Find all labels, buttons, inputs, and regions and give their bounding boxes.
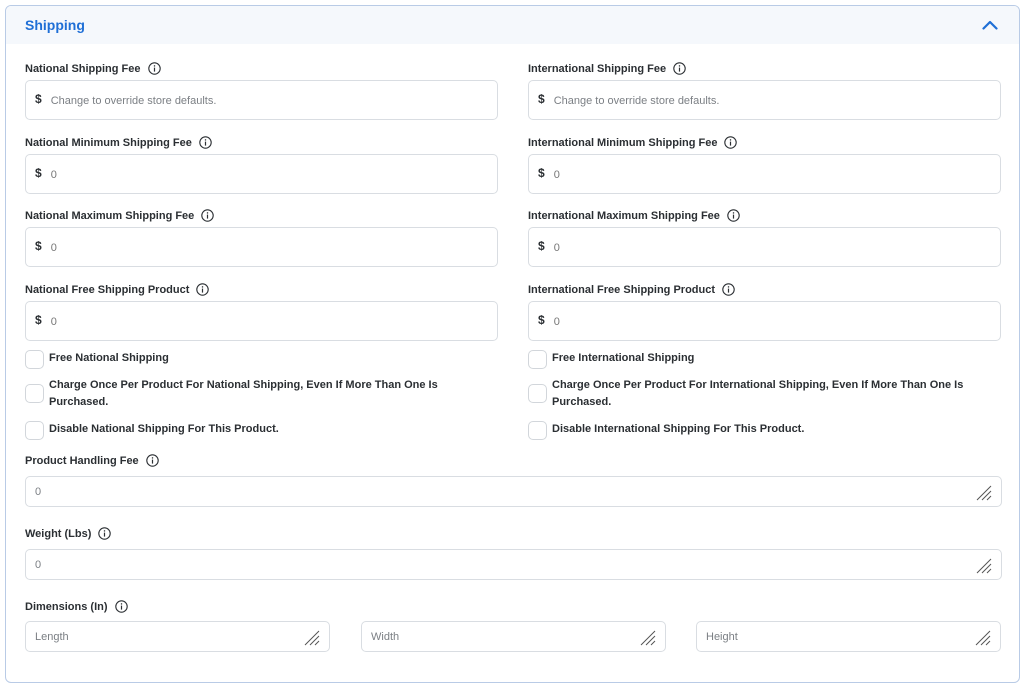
textarea-placeholder: Width: [371, 631, 400, 643]
national-max-fee-input[interactable]: [50, 242, 467, 254]
handling-fee-textarea[interactable]: 0: [25, 476, 1002, 507]
disable-national-row: Disable National Shipping For This Produ…: [25, 421, 495, 440]
international-min-fee-label: International Minimum Shipping Fee: [528, 136, 738, 149]
label-text: National Maximum Shipping Fee: [25, 209, 195, 222]
section-title: Shipping: [25, 17, 85, 33]
label-text: National Free Shipping Product: [25, 283, 190, 296]
charge-once-international-checkbox[interactable]: [528, 384, 547, 403]
free-international-shipping-checkbox[interactable]: [528, 350, 547, 369]
label-text: Dimensions (In): [25, 600, 108, 613]
resize-handle-icon[interactable]: [640, 630, 656, 649]
textarea-placeholder: Length: [35, 631, 69, 643]
width-textarea[interactable]: Width: [361, 621, 666, 652]
charge-once-national-row: Charge Once Per Product For National Shi…: [25, 379, 465, 411]
chevron-up-icon[interactable]: [979, 14, 1001, 36]
international-free-product-input-wrap: $: [528, 301, 1001, 341]
disable-international-shipping-checkbox[interactable]: [528, 421, 547, 440]
info-icon[interactable]: [147, 62, 161, 75]
currency-symbol: $: [35, 165, 42, 180]
international-shipping-fee-input-wrap: $: [528, 80, 1001, 120]
info-icon[interactable]: [201, 209, 215, 222]
textarea-placeholder: Height: [706, 631, 738, 643]
textarea-value: 0: [35, 559, 42, 571]
checkbox-label: Disable International Shipping For This …: [552, 423, 805, 435]
national-max-fee-input-wrap: $: [25, 227, 498, 267]
info-icon[interactable]: [145, 454, 159, 467]
international-max-fee-label: International Maximum Shipping Fee: [528, 209, 740, 222]
weight-textarea[interactable]: 0: [25, 549, 1002, 580]
resize-handle-icon[interactable]: [976, 485, 992, 504]
checkbox-label: Free National Shipping: [49, 352, 169, 364]
international-min-fee-input-wrap: $: [528, 154, 1001, 194]
info-icon[interactable]: [114, 600, 128, 613]
dimensions-label: Dimensions (In): [25, 600, 128, 613]
national-shipping-fee-input-wrap: $: [25, 80, 498, 120]
label-text: International Maximum Shipping Fee: [528, 209, 720, 222]
label-text: National Shipping Fee: [25, 62, 141, 75]
charge-once-national-checkbox[interactable]: [25, 384, 44, 403]
disable-international-row: Disable International Shipping For This …: [528, 421, 998, 440]
info-icon[interactable]: [722, 283, 735, 296]
international-free-product-input[interactable]: [553, 316, 970, 328]
national-min-fee-label: National Minimum Shipping Fee: [25, 136, 212, 149]
weight-label: Weight (Lbs): [25, 527, 112, 540]
currency-symbol: $: [538, 91, 545, 106]
resize-handle-icon[interactable]: [975, 630, 991, 649]
national-free-product-label: National Free Shipping Product: [25, 283, 210, 296]
info-icon[interactable]: [196, 283, 210, 296]
international-min-fee-input[interactable]: [553, 169, 970, 181]
info-icon[interactable]: [199, 136, 212, 149]
label-text: National Minimum Shipping Fee: [25, 136, 192, 149]
resize-handle-icon[interactable]: [304, 630, 320, 649]
currency-symbol: $: [35, 91, 42, 106]
label-text: International Free Shipping Product: [528, 283, 716, 296]
disable-national-shipping-checkbox[interactable]: [25, 421, 44, 440]
textarea-value: 0: [35, 486, 42, 498]
length-textarea[interactable]: Length: [25, 621, 330, 652]
national-free-product-input[interactable]: [50, 316, 467, 328]
free-national-shipping-row: Free National Shipping: [25, 350, 495, 369]
national-shipping-fee-label: National Shipping Fee: [25, 62, 161, 75]
checkbox-label: Charge Once Per Product For National Shi…: [49, 379, 438, 408]
charge-once-international-row: Charge Once Per Product For Internationa…: [528, 379, 988, 411]
label-text: Product Handling Fee: [25, 454, 139, 467]
currency-symbol: $: [538, 238, 545, 253]
checkbox-label: Free International Shipping: [552, 352, 695, 364]
info-icon[interactable]: [727, 209, 740, 222]
height-textarea[interactable]: Height: [696, 621, 1001, 652]
free-national-shipping-checkbox[interactable]: [25, 350, 44, 369]
national-free-product-input-wrap: $: [25, 301, 498, 341]
info-icon[interactable]: [724, 136, 738, 149]
national-max-fee-label: National Maximum Shipping Fee: [25, 209, 215, 222]
international-max-fee-input-wrap: $: [528, 227, 1001, 267]
info-icon[interactable]: [98, 527, 112, 540]
international-shipping-fee-label: International Shipping Fee: [528, 62, 686, 75]
free-international-shipping-row: Free International Shipping: [528, 350, 998, 369]
checkbox-label: Disable National Shipping For This Produ…: [49, 423, 279, 435]
info-icon[interactable]: [673, 62, 686, 75]
international-shipping-fee-input[interactable]: [553, 95, 970, 107]
national-min-fee-input-wrap: $: [25, 154, 498, 194]
international-free-product-label: International Free Shipping Product: [528, 283, 735, 296]
shipping-panel: Shipping National Shipping Fee $ Nationa…: [5, 5, 1020, 683]
currency-symbol: $: [35, 312, 42, 327]
currency-symbol: $: [538, 165, 545, 180]
international-max-fee-input[interactable]: [553, 242, 970, 254]
checkbox-label: Charge Once Per Product For Internationa…: [552, 379, 964, 408]
label-text: International Shipping Fee: [528, 62, 667, 75]
currency-symbol: $: [35, 238, 42, 253]
currency-symbol: $: [538, 312, 545, 327]
label-text: International Minimum Shipping Fee: [528, 136, 718, 149]
resize-handle-icon[interactable]: [976, 558, 992, 577]
national-min-fee-input[interactable]: [50, 169, 467, 181]
national-shipping-fee-input[interactable]: [50, 95, 467, 107]
label-text: Weight (Lbs): [25, 527, 92, 540]
handling-fee-label: Product Handling Fee: [25, 454, 159, 467]
shipping-panel-header[interactable]: Shipping: [6, 6, 1019, 44]
